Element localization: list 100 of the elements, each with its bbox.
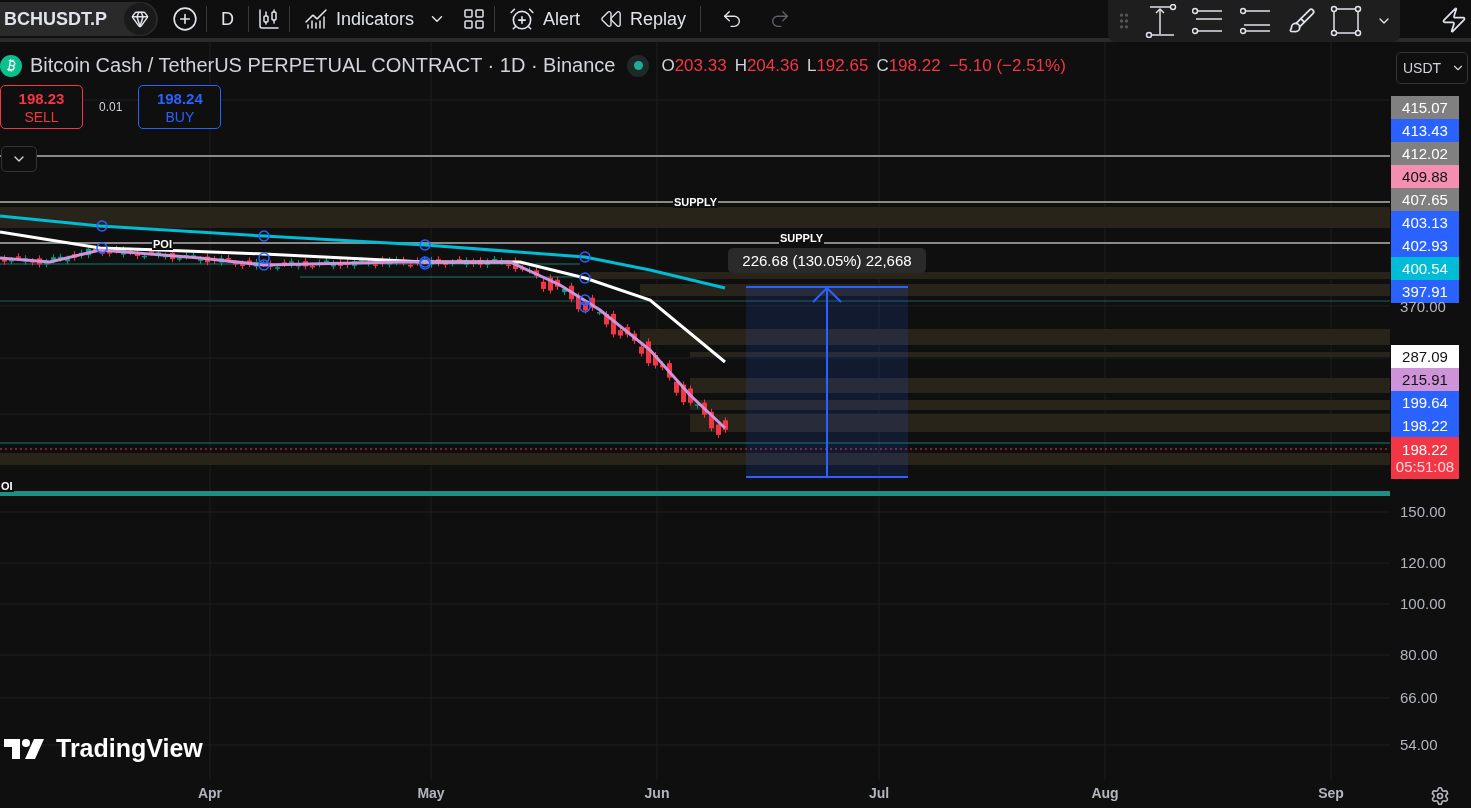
candlestick [639, 343, 644, 358]
candlestick [688, 384, 693, 407]
time-label: Aug [1091, 785, 1119, 801]
candlestick [296, 259, 301, 270]
indicators-button[interactable]: Indicators [294, 2, 425, 36]
candlestick [443, 259, 448, 269]
candlestick [478, 256, 483, 269]
collapse-button[interactable] [1, 146, 37, 172]
ohlc-value: O203.33 [661, 55, 727, 76]
zone-label: SUPPLY [779, 232, 824, 244]
replay-button[interactable]: Replay [590, 2, 697, 36]
price-tag: 415.07 [1391, 96, 1459, 119]
circle-marker [579, 251, 591, 263]
candlestick [716, 421, 721, 439]
zone-label: OI [0, 480, 14, 492]
ohlc-value: H204.36 [734, 55, 799, 76]
candlestick [142, 252, 147, 260]
candlestick [681, 381, 686, 406]
candlestick [653, 351, 658, 370]
candlestick [51, 253, 56, 265]
candlestick [163, 252, 168, 260]
price-tag: 397.91 [1391, 280, 1459, 303]
price-tick-label: 80.00 [1400, 646, 1438, 663]
candlestick [268, 259, 273, 271]
current-price: 198.22 [1402, 441, 1448, 458]
candlestick [184, 251, 189, 260]
candlestick [548, 274, 553, 295]
candlestick [247, 256, 252, 268]
alert-button[interactable]: Alert [499, 2, 591, 36]
candlestick [590, 294, 595, 312]
candlestick [541, 278, 546, 293]
candlestick [611, 310, 616, 338]
circle-marker [258, 259, 270, 271]
ohlc-value: L192.65 [806, 55, 869, 76]
candlestick [702, 399, 707, 419]
time-label: May [417, 785, 445, 801]
circle-marker [579, 272, 591, 284]
candlestick [303, 257, 308, 270]
candlestick [415, 256, 420, 267]
candlestick [625, 323, 630, 338]
bar-countdown: 05:51:08 [1395, 458, 1455, 475]
candlestick [709, 408, 714, 432]
candlestick [646, 337, 651, 367]
candlestick [240, 259, 245, 270]
circle-marker [258, 252, 270, 264]
candlestick [387, 256, 392, 268]
price-tag: 400.54 [1391, 257, 1459, 280]
circle-marker [96, 220, 108, 232]
price-tick-label: 100.00 [1400, 595, 1446, 612]
level-line[interactable] [0, 242, 1390, 244]
spread-value: 0.01 [99, 100, 123, 114]
time-label: Jul [868, 785, 890, 801]
rewind-icon [600, 8, 623, 30]
candlestick [723, 416, 728, 434]
candlestick [289, 257, 294, 269]
candlestick [310, 262, 315, 270]
buy-button[interactable]: 198.24 BUY [138, 85, 222, 129]
measure-box[interactable] [746, 287, 908, 477]
candlestick [450, 258, 455, 267]
alarm-clock-icon [509, 6, 536, 32]
time-label: Jun [644, 785, 670, 801]
currency-dropdown[interactable]: USDT [1396, 52, 1468, 84]
candlestick [37, 254, 42, 268]
interval-button[interactable]: D [211, 2, 244, 36]
candlestick [429, 256, 434, 269]
candlestick [219, 254, 224, 267]
candlestick [324, 257, 329, 265]
price-tick-label: 120.00 [1400, 554, 1446, 571]
candlestick [394, 255, 399, 266]
zone-label: SUPPLY [673, 196, 718, 208]
candlestick [492, 255, 497, 264]
candlestick [205, 253, 210, 266]
candlestick [86, 245, 91, 259]
candlestick [79, 249, 84, 260]
candlestick [471, 258, 476, 268]
candlestick [338, 258, 343, 270]
circle-marker [579, 294, 591, 306]
level-line[interactable] [0, 155, 1390, 157]
sell-button[interactable]: 198.23 SELL [0, 85, 83, 129]
price-tick-label: 54.00 [1400, 736, 1438, 753]
symbol-search[interactable]: BCHUSDT.P [0, 2, 158, 36]
price-tag: 215.91 [1391, 368, 1459, 391]
candlestick [317, 259, 322, 268]
candlestick [44, 258, 49, 268]
settings-icon[interactable] [1430, 786, 1450, 806]
price-tag: 287.09 [1391, 345, 1459, 368]
candlestick [212, 255, 217, 265]
candlestick [513, 256, 518, 273]
candlestick [2, 254, 7, 266]
candlestick [16, 252, 21, 261]
price-tag: 407.65 [1391, 188, 1459, 211]
candlestick [520, 264, 525, 273]
time-label: Sep [1318, 785, 1344, 801]
candlestick [576, 292, 581, 313]
circle-marker [579, 301, 591, 313]
symbol-title: Bitcoin Cash / TetherUS PERPETUAL CONTRACT · 1D · Binance [30, 54, 616, 77]
price-tag: 402.93 [1391, 234, 1459, 257]
candlestick [226, 254, 231, 263]
zone-band[interactable] [640, 284, 1390, 296]
candlestick [527, 266, 532, 275]
